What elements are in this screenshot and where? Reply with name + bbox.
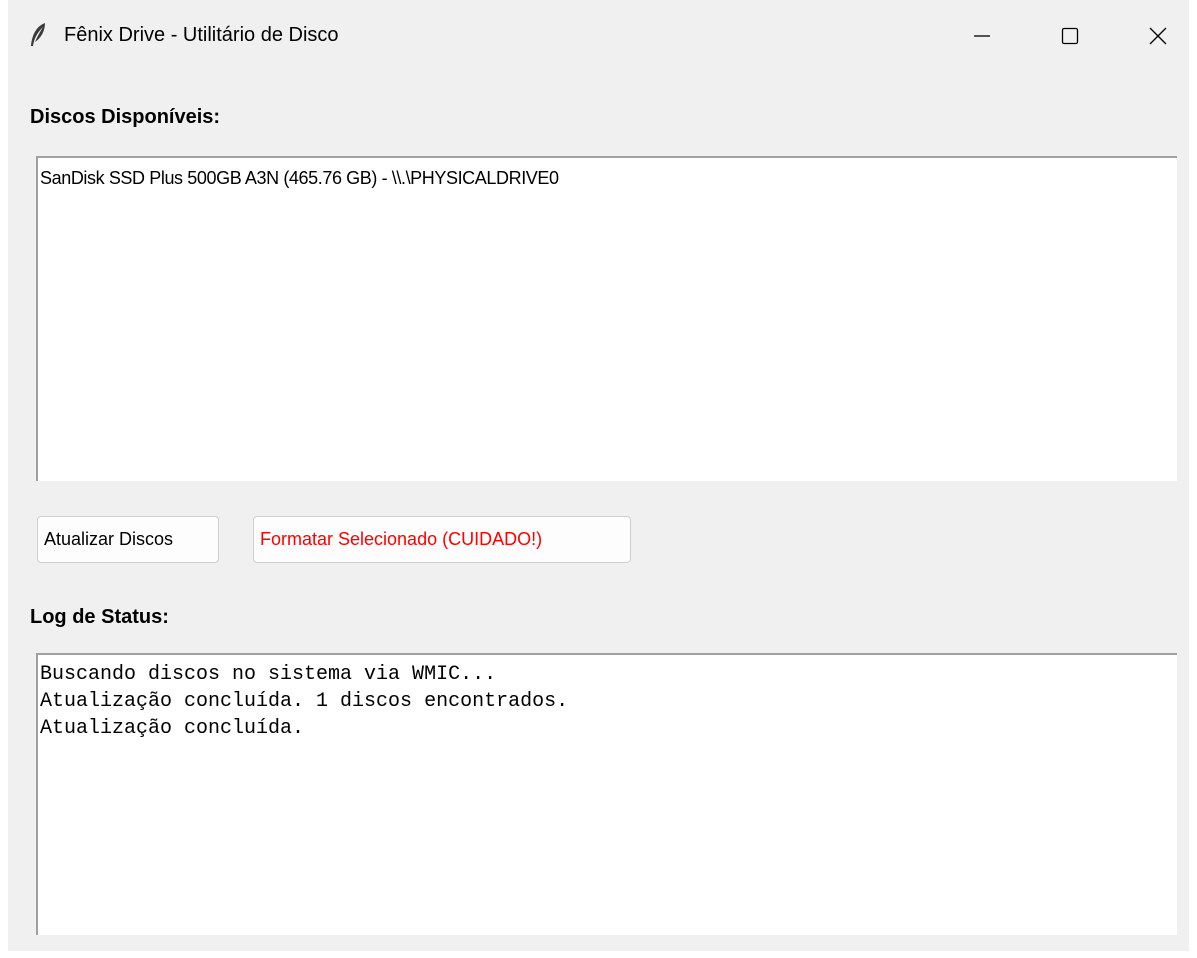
- maximize-button[interactable]: [1047, 14, 1093, 58]
- status-log-textbox[interactable]: Buscando discos no sistema via WMIC... A…: [36, 653, 1177, 935]
- close-icon: [1149, 27, 1167, 45]
- window-title: Fênix Drive - Utilitário de Disco: [64, 24, 339, 46]
- minimize-button[interactable]: [959, 14, 1005, 58]
- feather-icon: [28, 22, 48, 48]
- format-selected-button[interactable]: Formatar Selecionado (CUIDADO!): [253, 516, 631, 563]
- status-log-label: Log de Status:: [30, 606, 169, 628]
- disk-listbox[interactable]: SanDisk SSD Plus 500GB A3N (465.76 GB) -…: [36, 156, 1177, 481]
- log-line: Buscando discos no sistema via WMIC...: [40, 663, 497, 686]
- minimize-icon: [973, 27, 991, 45]
- log-line: Atualização concluída. 1 discos encontra…: [40, 690, 569, 713]
- title-bar[interactable]: Fênix Drive - Utilitário de Disco: [8, 0, 1189, 72]
- log-line: Atualização concluída.: [40, 717, 305, 740]
- maximize-icon: [1061, 27, 1079, 45]
- close-button[interactable]: [1135, 14, 1181, 58]
- disk-list-item[interactable]: SanDisk SSD Plus 500GB A3N (465.76 GB) -…: [38, 158, 1177, 189]
- refresh-disks-button[interactable]: Atualizar Discos: [37, 516, 219, 563]
- app-window: Fênix Drive - Utilitário de Disco Discos…: [8, 0, 1189, 951]
- disks-label: Discos Disponíveis:: [30, 106, 221, 128]
